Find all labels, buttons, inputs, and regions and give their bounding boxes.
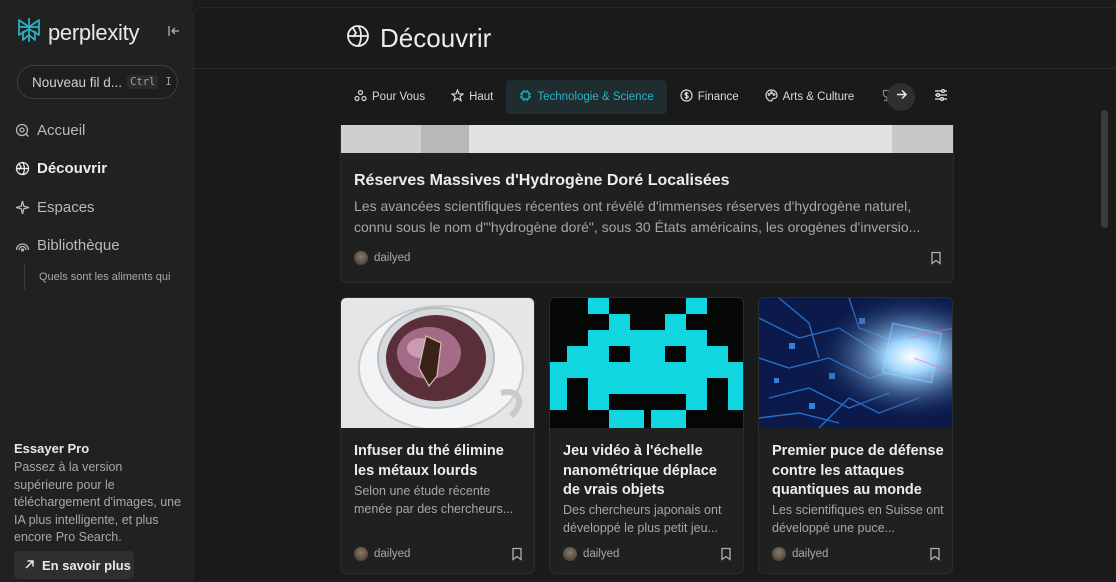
- sidebar-item-label: Espaces: [37, 198, 95, 216]
- tab-label: Technologie & Science: [537, 91, 654, 103]
- featured-article-card[interactable]: Réserves Massives d'Hydrogène Doré Local…: [340, 125, 954, 283]
- home-search-icon: [14, 122, 30, 138]
- source-avatar: [354, 547, 368, 561]
- chip-icon: [519, 89, 532, 105]
- article-title[interactable]: Jeu vidéo à l'échelle nanométrique dépla…: [563, 442, 735, 501]
- source-avatar: [772, 547, 786, 561]
- featured-article-image: [341, 125, 953, 153]
- page-title: Découvrir: [380, 23, 492, 53]
- article-source[interactable]: dailyed: [354, 251, 410, 265]
- sparkle-icon: [14, 199, 30, 215]
- tab-technologie-science[interactable]: Technologie & Science: [506, 80, 667, 114]
- tab-haut[interactable]: Haut: [438, 80, 506, 114]
- article-title[interactable]: Premier puce de défense contre les attaq…: [772, 442, 944, 501]
- featured-article-title[interactable]: Réserves Massives d'Hydrogène Doré Local…: [354, 172, 730, 190]
- bookmark-icon[interactable]: [928, 547, 942, 561]
- app-window: perplexity Nouveau fil d... Ctrl I Accue…: [0, 0, 1116, 582]
- tab-label: Haut: [469, 91, 494, 103]
- source-name: dailyed: [792, 548, 829, 560]
- source-name: dailyed: [374, 252, 411, 264]
- article-title[interactable]: Infuser du thé élimine les métaux lourds: [354, 442, 526, 481]
- learn-more-button[interactable]: En savoir plus: [14, 551, 134, 579]
- sidebar-item-accueil[interactable]: Accueil: [14, 119, 85, 141]
- bookmark-icon[interactable]: [719, 547, 733, 561]
- article-image-tea-cup: [341, 298, 534, 428]
- article-image-space-invader: [550, 298, 743, 428]
- tab-pour-vous[interactable]: Pour Vous: [341, 80, 438, 114]
- article-source[interactable]: dailyed: [354, 547, 410, 561]
- new-thread-button[interactable]: Nouveau fil d... Ctrl I: [17, 65, 178, 99]
- tab-label: Arts & Culture: [782, 91, 855, 103]
- article-card-tea[interactable]: Infuser du thé élimine les métaux lourds…: [340, 297, 535, 574]
- sidebar-item-label: Découvrir: [37, 159, 108, 177]
- tabs-next-button[interactable]: [887, 83, 915, 111]
- sidebar: perplexity Nouveau fil d... Ctrl I Accue…: [0, 0, 193, 582]
- library-icon: [14, 237, 30, 253]
- collapse-sidebar-icon[interactable]: [165, 22, 183, 40]
- source-avatar: [354, 251, 368, 265]
- page-title-group: Découvrir: [346, 23, 491, 54]
- logo[interactable]: perplexity: [16, 16, 139, 49]
- article-description: Des chercheurs japonais ont développé le…: [563, 503, 722, 535]
- sidebar-item-label: Accueil: [37, 121, 86, 139]
- globe-icon: [346, 24, 370, 53]
- pro-title: Essayer Pro: [14, 441, 90, 456]
- source-avatar: [563, 547, 577, 561]
- new-thread-label: Nouveau fil d...: [32, 74, 123, 90]
- tab-label: Pour Vous: [372, 91, 426, 103]
- pro-description: Passez à la version supérieure pour le t…: [14, 460, 182, 545]
- page-header: Découvrir: [194, 8, 1116, 69]
- sidebar-item-decouvrir[interactable]: Découvrir: [14, 157, 107, 179]
- tab-label: Finance: [697, 91, 739, 103]
- main-panel: Découvrir Pour Vous Haut Technologie & S…: [193, 7, 1116, 582]
- article-source[interactable]: dailyed: [772, 547, 828, 561]
- shortcut-key-ctrl: Ctrl: [127, 75, 159, 89]
- bookmark-icon[interactable]: [510, 547, 524, 561]
- library-thread-item[interactable]: Quels sont les aliments qui: [24, 264, 176, 290]
- learn-more-label: En savoir plus: [42, 557, 131, 573]
- source-name: dailyed: [374, 548, 411, 560]
- logo-text: perplexity: [48, 19, 140, 45]
- scrollbar-thumb[interactable]: [1101, 110, 1108, 228]
- tab-arts-culture[interactable]: Arts & Culture: [752, 80, 868, 114]
- palette-icon: [765, 89, 778, 105]
- arrow-up-right-icon: [24, 558, 35, 573]
- article-source[interactable]: dailyed: [563, 547, 619, 561]
- source-name: dailyed: [583, 548, 620, 560]
- article-card-quantum-chip[interactable]: Premier puce de défense contre les attaq…: [758, 297, 953, 574]
- arrow-right-icon: [895, 88, 908, 106]
- shortcut-key-i: I: [165, 76, 172, 88]
- sliders-icon: [934, 88, 948, 107]
- article-description: Les scientifiques en Suisse ont développ…: [772, 503, 944, 535]
- sidebar-item-label: Bibliothèque: [37, 236, 120, 254]
- pro-upsell: Essayer Pro Passez à la version supérieu…: [14, 441, 182, 547]
- tab-finance[interactable]: Finance: [667, 80, 752, 114]
- featured-article-description: Les avancées scientifiques récentes ont …: [354, 198, 921, 235]
- globe-icon: [14, 160, 30, 176]
- article-image-circuit-chip: [759, 298, 952, 428]
- sidebar-item-espaces[interactable]: Espaces: [14, 196, 95, 218]
- star-icon: [450, 88, 465, 105]
- category-tabs: Pour Vous Haut Technologie & Science Fin…: [341, 80, 963, 114]
- dollar-icon: [680, 89, 693, 105]
- article-description: Selon une étude récente menée par des ch…: [354, 484, 514, 516]
- bookmark-icon[interactable]: [929, 251, 943, 265]
- people-icon: [354, 89, 367, 105]
- filter-button[interactable]: [927, 83, 955, 111]
- sidebar-item-bibliotheque[interactable]: Bibliothèque: [14, 234, 120, 256]
- perplexity-logo-icon: [16, 16, 42, 49]
- article-card-nanogame[interactable]: Jeu vidéo à l'échelle nanométrique dépla…: [549, 297, 744, 574]
